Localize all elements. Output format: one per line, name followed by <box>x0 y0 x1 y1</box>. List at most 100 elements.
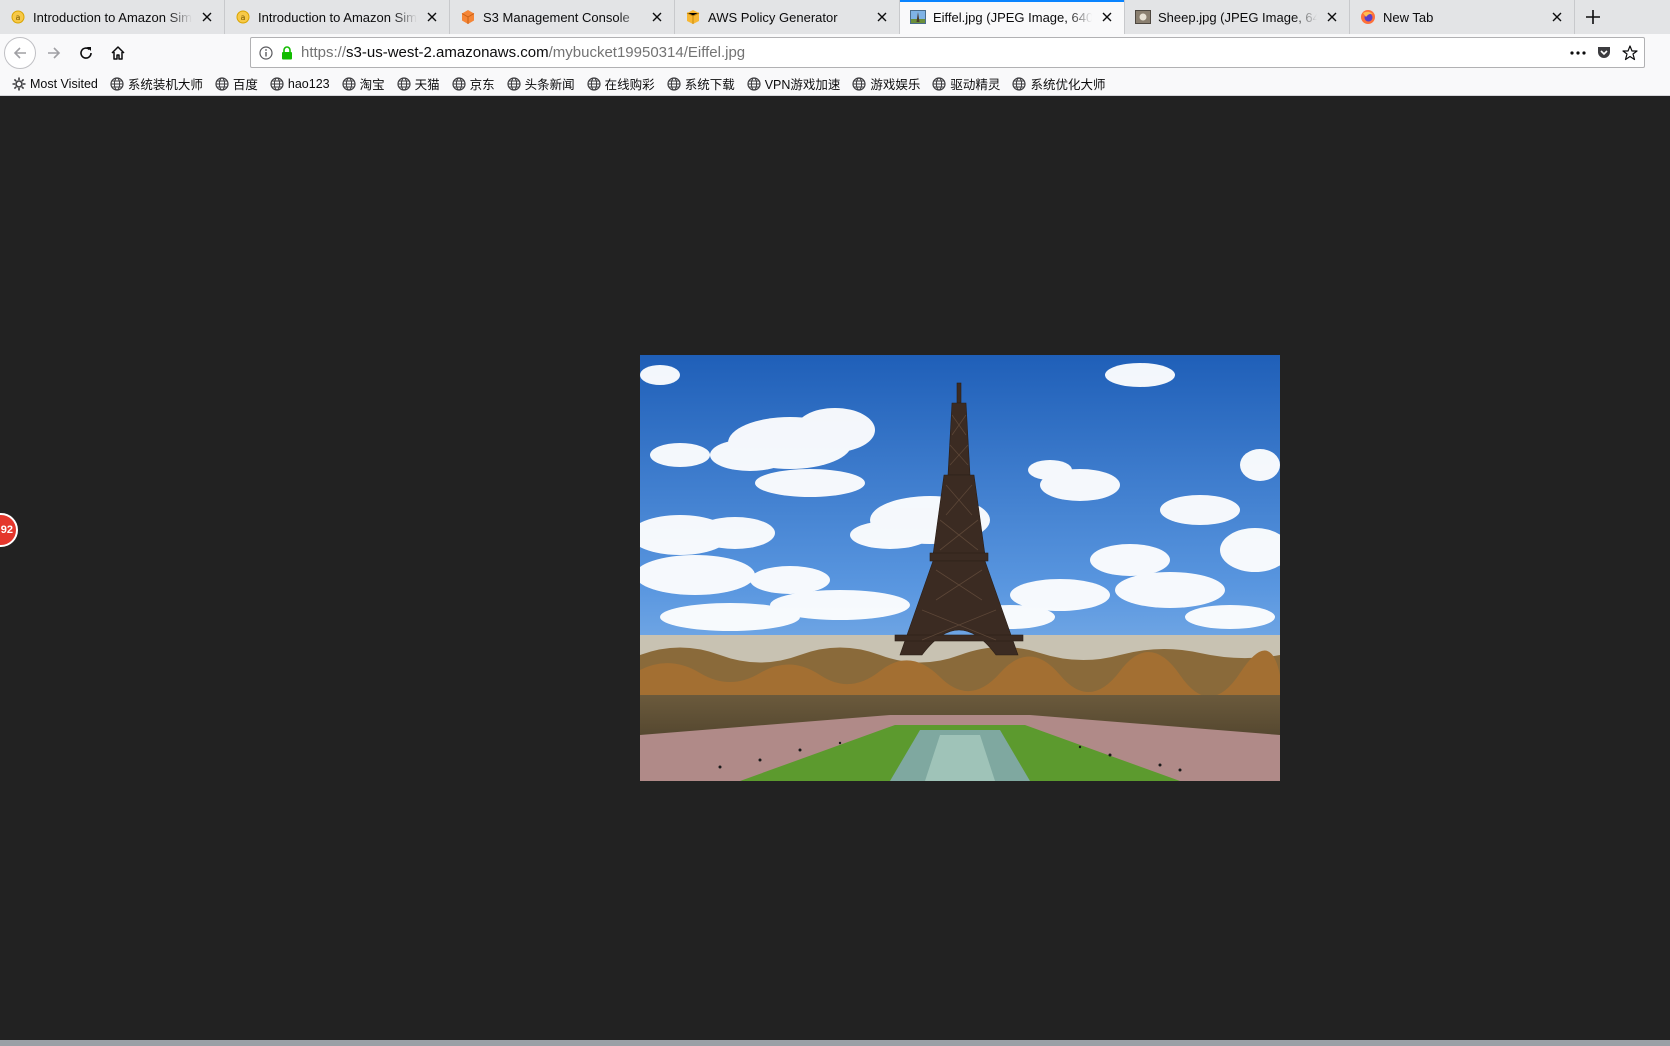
tab-s3-console[interactable]: S3 Management Console <box>450 0 675 34</box>
badge-count: 92 <box>0 524 13 536</box>
bookmark-item[interactable]: 系统装机大师 <box>110 74 203 93</box>
globe-icon <box>747 76 761 91</box>
bookmark-label: 天猫 <box>414 78 440 92</box>
back-button[interactable] <box>4 37 36 69</box>
pocket-icon[interactable] <box>1596 45 1612 61</box>
bookmark-label: 京东 <box>469 78 495 92</box>
bookmark-label: 系统优化大师 <box>1030 78 1106 92</box>
lock-icon[interactable] <box>281 45 293 60</box>
bookmark-item[interactable]: 系统优化大师 <box>1012 74 1105 93</box>
aws-docs-icon: a <box>235 9 251 25</box>
bookmark-label: 头条新闻 <box>524 78 575 92</box>
forward-button[interactable] <box>38 37 70 69</box>
bookmark-item[interactable]: 在线购彩 <box>587 74 655 93</box>
bookmark-label: VPN游戏加速 <box>764 78 841 92</box>
plus-icon <box>1586 10 1600 24</box>
close-icon[interactable] <box>1323 8 1341 26</box>
globe-icon <box>452 76 466 91</box>
close-icon[interactable] <box>198 8 216 26</box>
back-arrow-icon <box>13 47 26 59</box>
info-icon[interactable] <box>259 45 273 60</box>
home-icon <box>111 46 125 60</box>
new-tab-button[interactable] <box>1575 0 1611 34</box>
tab-title: AWS Policy Generator <box>708 9 838 25</box>
svg-text:a: a <box>241 13 246 22</box>
bookmark-item[interactable]: 京东 <box>452 74 495 93</box>
tab-new-tab[interactable]: New Tab <box>1350 0 1575 34</box>
bookmark-label: 系统下载 <box>684 78 735 92</box>
close-icon[interactable] <box>1548 8 1566 26</box>
bookmark-label: 淘宝 <box>359 78 385 92</box>
home-button[interactable] <box>102 37 134 69</box>
bookmark-item[interactable]: VPN游戏加速 <box>747 74 841 93</box>
globe-icon <box>587 76 601 91</box>
tab-title: Introduction to Amazon Simple <box>258 9 417 25</box>
bookmark-label: 在线购彩 <box>604 78 655 92</box>
eiffel-photo[interactable] <box>640 355 1280 781</box>
reload-icon <box>80 47 92 59</box>
url-prefix: https:// <box>301 44 347 61</box>
globe-icon <box>397 76 411 91</box>
aws-cube-icon <box>460 9 476 25</box>
bookmark-label: 游戏娱乐 <box>870 78 921 92</box>
eiffel-tower-image <box>640 355 1280 781</box>
bookmark-item[interactable]: 淘宝 <box>342 74 385 93</box>
tab-policy-generator[interactable]: AWS Policy Generator <box>675 0 900 34</box>
tab-title: S3 Management Console <box>483 9 630 25</box>
bookmark-star-icon[interactable] <box>1622 44 1638 61</box>
bookmark-label: 系统装机大师 <box>127 78 203 92</box>
close-icon[interactable] <box>873 8 891 26</box>
image-thumb-icon <box>1135 9 1151 25</box>
tab-title: Sheep.jpg (JPEG Image, 640 <box>1158 9 1317 25</box>
tab-sheep-image[interactable]: Sheep.jpg (JPEG Image, 640 <box>1125 0 1350 34</box>
navigation-toolbar: https://s3-us-west-2.amazonaws.com/mybuc… <box>0 34 1670 72</box>
tab-strip: a Introduction to Amazon Simple a Introd… <box>0 0 1670 34</box>
url-bar[interactable]: https://s3-us-west-2.amazonaws.com/mybuc… <box>250 37 1645 68</box>
bookmark-label: Most Visited <box>30 76 98 91</box>
close-icon[interactable] <box>1098 8 1116 26</box>
image-thumb-icon <box>910 9 926 25</box>
gear-icon <box>12 77 26 90</box>
bookmarks-toolbar: Most Visited 系统装机大师 百度 hao123 淘宝 天猫 京东 头… <box>0 72 1670 96</box>
globe-icon <box>215 76 229 91</box>
globe-icon <box>667 76 681 91</box>
image-viewer: 92 <box>0 96 1670 1040</box>
globe-icon <box>110 76 124 91</box>
page-actions-icon[interactable] <box>1570 50 1586 55</box>
forward-arrow-icon <box>48 47 61 59</box>
bookmark-label: 驱动精灵 <box>950 78 1001 92</box>
tab-intro-s3-1[interactable]: a Introduction to Amazon Simple <box>0 0 225 34</box>
bookmark-item[interactable]: 驱动精灵 <box>932 74 1000 93</box>
bookmark-item[interactable]: hao123 <box>270 77 330 91</box>
firefox-icon <box>1360 9 1376 25</box>
globe-icon <box>507 76 521 91</box>
aws-docs-icon: a <box>10 9 26 25</box>
bookmark-item[interactable]: 游戏娱乐 <box>852 74 920 93</box>
url-host: s3-us-west-2.amazonaws.com <box>346 44 549 61</box>
globe-icon <box>932 76 947 91</box>
bookmark-item[interactable]: 系统下载 <box>667 74 735 93</box>
tab-title: Introduction to Amazon Simple <box>33 9 192 25</box>
svg-text:a: a <box>16 13 21 22</box>
url-text[interactable]: https://s3-us-west-2.amazonaws.com/mybuc… <box>301 44 745 61</box>
tab-eiffel-image[interactable]: Eiffel.jpg (JPEG Image, 640 × <box>900 0 1125 34</box>
bookmark-most-visited[interactable]: Most Visited <box>12 77 98 91</box>
bookmark-label: 百度 <box>232 78 258 92</box>
globe-icon <box>342 76 356 91</box>
bookmark-label: hao123 <box>287 76 330 91</box>
tab-title: Eiffel.jpg (JPEG Image, 640 × <box>933 9 1092 25</box>
bookmark-item[interactable]: 天猫 <box>397 74 440 93</box>
tab-intro-s3-2[interactable]: a Introduction to Amazon Simple <box>225 0 450 34</box>
taskbar-edge <box>0 1040 1670 1046</box>
bookmark-item[interactable]: 头条新闻 <box>507 74 575 93</box>
globe-icon <box>1012 76 1027 91</box>
notification-badge[interactable]: 92 <box>0 513 18 547</box>
close-icon[interactable] <box>423 8 441 26</box>
bookmark-item[interactable]: 百度 <box>215 74 258 93</box>
url-path: /mybucket19950314/Eiffel.jpg <box>548 44 746 61</box>
reload-button[interactable] <box>70 37 102 69</box>
tab-title: New Tab <box>1383 9 1434 25</box>
globe-icon <box>270 76 284 91</box>
globe-icon <box>852 76 867 91</box>
close-icon[interactable] <box>648 8 666 26</box>
